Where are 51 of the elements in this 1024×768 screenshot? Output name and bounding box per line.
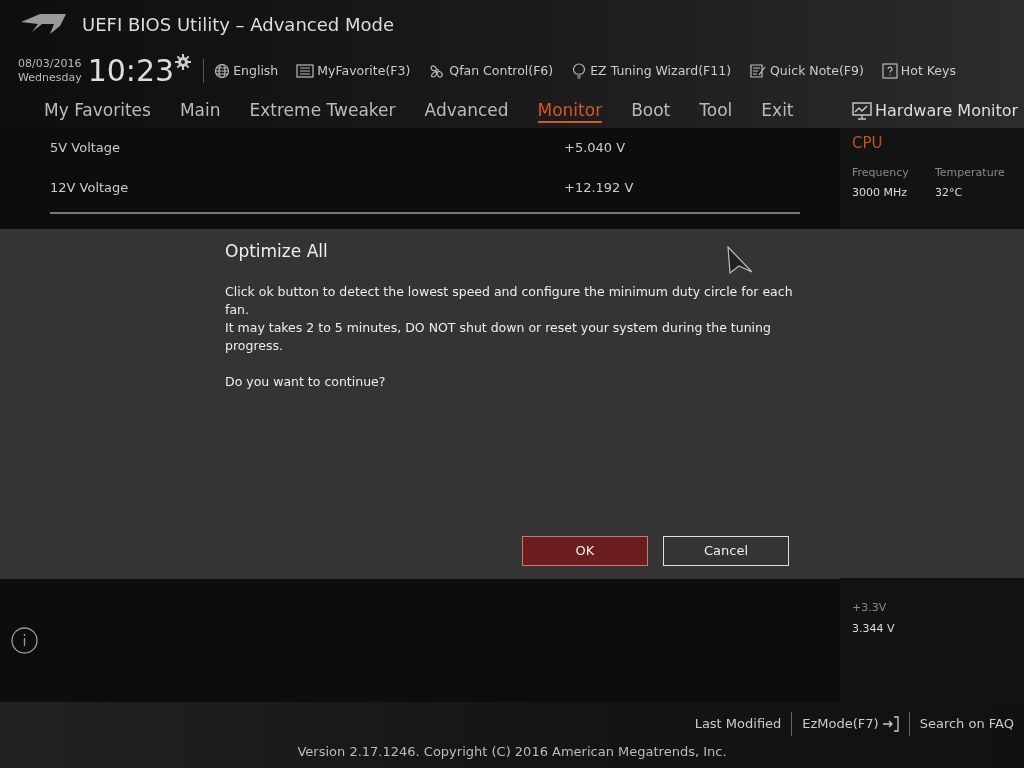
globe-icon <box>214 63 231 79</box>
menu-tab[interactable]: Main <box>179 99 221 123</box>
list-icon <box>296 63 315 79</box>
footer-link[interactable]: Search on FAQ <box>919 714 1014 734</box>
reading-label: Frequency <box>852 164 910 181</box>
setting-value: +5.040 V <box>564 139 626 158</box>
date-text: 08/03/2016 <box>18 57 82 71</box>
toolbar-button[interactable]: EZ Tuning Wizard(F11) <box>571 61 732 81</box>
dialog-text: Click ok button to detect the lowest speed and configure the minimum duty circle for each fan. <box>225 282 794 319</box>
toolbar-button[interactable]: MyFavorite(F3) <box>296 61 411 81</box>
toolbar-button[interactable]: Qfan Control(F6) <box>428 61 554 81</box>
logo-icon <box>20 12 68 36</box>
weekday-text: Wednesday <box>18 71 82 85</box>
dialog-question: Do you want to continue? <box>225 372 386 391</box>
reading-label: +3.3V <box>852 600 888 616</box>
copyright-text: Version 2.17.1246. Copyright (C) 2016 American Megatrends, Inc. <box>297 743 727 761</box>
menu-tab[interactable]: My Favorites <box>44 99 151 123</box>
cursor-icon <box>727 246 753 274</box>
toolbar-button[interactable]: English <box>214 61 279 81</box>
footer-link[interactable]: EzMode(F7) <box>802 714 899 734</box>
reading-value: 3000 MHz <box>852 185 909 201</box>
menu-tab[interactable]: Extreme Tweaker <box>249 99 396 123</box>
reading-value: 32°C <box>935 185 964 201</box>
section-heading: CPU <box>852 133 884 154</box>
info-icon[interactable] <box>11 627 38 654</box>
dialog-text: It may takes 2 to 5 minutes, DO NOT shut down or reset your system during the tuning progress. <box>225 318 772 355</box>
dialog-button[interactable]: Cancel <box>663 536 789 566</box>
menu-tab[interactable]: Monitor <box>537 99 603 123</box>
menu-tab[interactable]: Exit <box>761 99 794 123</box>
lightbulb-icon <box>571 63 588 79</box>
setting-value: +12.192 V <box>564 179 634 198</box>
dialog-button[interactable]: OK <box>522 536 648 566</box>
setting-label: 12V Voltage <box>50 179 130 198</box>
monitor-chart-icon <box>852 102 872 120</box>
menu-tab[interactable]: Boot <box>631 99 671 123</box>
toolbar-button[interactable]: Quick Note(F9) <box>749 61 864 81</box>
notepad-icon <box>749 63 768 79</box>
exit-icon <box>880 716 899 732</box>
menu-tab[interactable]: Advanced <box>424 99 509 123</box>
reading-value: 3.344 V <box>852 620 896 637</box>
menu-tab[interactable]: Tool <box>699 99 733 123</box>
setting-label: 5V Voltage <box>50 139 122 158</box>
help-icon <box>881 63 898 79</box>
reading-label: Temperature <box>935 164 1006 181</box>
window-title: UEFI BIOS Utility – Advanced Mode <box>82 12 394 37</box>
settings-icon[interactable] <box>175 54 192 70</box>
panel-title: Hardware Monitor <box>875 100 1019 122</box>
footer-link[interactable]: Last Modified <box>694 714 782 734</box>
dialog-title: Optimize All <box>225 240 328 263</box>
clock-text: 10:23 <box>87 56 175 86</box>
toolbar-button[interactable]: Hot Keys <box>881 61 956 81</box>
